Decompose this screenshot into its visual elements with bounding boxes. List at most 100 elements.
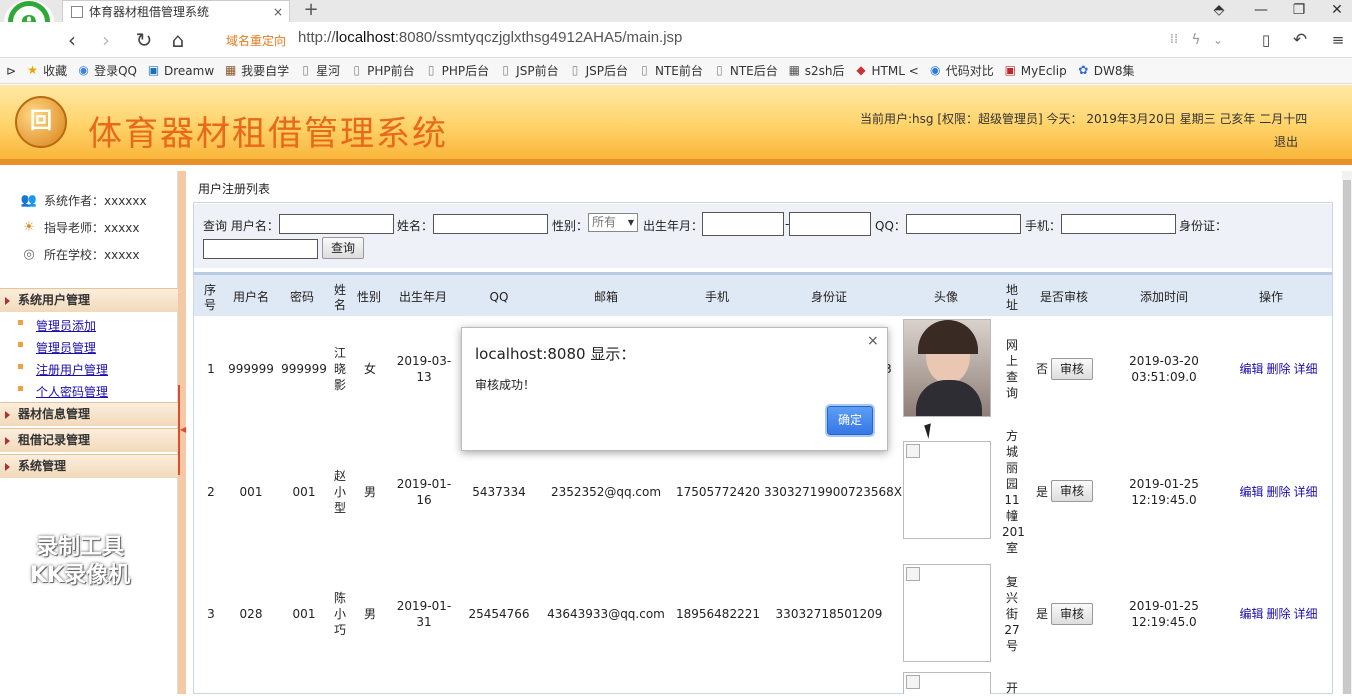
- globe-icon: ◎: [23, 246, 35, 262]
- bookmark-label: JSP后台: [585, 64, 628, 78]
- edit-link[interactable]: 编辑: [1239, 362, 1263, 376]
- bookmark-item[interactable]: ✿ DW8集: [1077, 62, 1135, 79]
- qq-input[interactable]: [906, 214, 1021, 234]
- bookmark-item[interactable]: ▦ 我要自学: [224, 62, 289, 79]
- forward-icon[interactable]: ›: [92, 26, 120, 54]
- delete-link[interactable]: 删除: [1266, 607, 1290, 621]
- detail-link[interactable]: 详细: [1294, 362, 1318, 376]
- dialog-close-icon[interactable]: ×: [867, 333, 879, 349]
- back-icon[interactable]: ‹: [58, 26, 86, 54]
- bookmark-label: PHP后台: [441, 64, 490, 78]
- chevron-down-icon[interactable]: ⌄: [1204, 26, 1232, 54]
- bookmark-item[interactable]: ▦ s2sh后: [788, 62, 845, 79]
- menu-system-users[interactable]: 系统用户管理: [0, 288, 178, 312]
- dialog-ok-button[interactable]: 确定: [827, 406, 873, 435]
- col-phone: 手机: [704, 290, 729, 304]
- cell-address: 方城丽园11幢201室: [1002, 429, 1025, 555]
- cell-email: 2352352@qq.com: [550, 485, 662, 499]
- minimize-button[interactable]: —: [1244, 0, 1278, 22]
- birth-to-input[interactable]: [789, 212, 871, 236]
- edit-link[interactable]: 编辑: [1239, 607, 1263, 621]
- idcard-input[interactable]: [203, 239, 318, 259]
- delete-link[interactable]: 删除: [1266, 362, 1290, 376]
- bookmark-icon: ◉: [930, 63, 941, 77]
- close-window-button[interactable]: ✕: [1320, 0, 1352, 22]
- browser-tab[interactable]: 体育器材租借管理系统 ×: [62, 0, 290, 22]
- users-icon: 👥: [20, 192, 38, 208]
- menu-item-password[interactable]: 个人密码管理: [36, 383, 108, 400]
- logout-link[interactable]: 退出: [1274, 133, 1298, 150]
- menu-item-admin-add[interactable]: 管理员添加: [36, 317, 96, 334]
- menu-rental-records[interactable]: 租借记录管理: [0, 428, 178, 452]
- bookmark-item[interactable]: ▯ JSP后台: [569, 62, 628, 79]
- new-tab-button[interactable]: +: [300, 0, 322, 22]
- cell-birth-line1: 2019-01-: [396, 477, 452, 491]
- phone-label: 手机：: [1025, 219, 1062, 233]
- search-button[interactable]: 查询: [322, 237, 364, 259]
- bookmarks-bar: ⊳ ★ 收藏 ◉ 登录QQ ▣ Dreamw ▦ 我要自学 ▯ 星河 ▯ PHP前台 ▯ PHP后台 ▯ JS…: [0, 58, 1352, 84]
- bookmark-label: 登录QQ: [94, 64, 137, 78]
- cell-qq: 25454766: [468, 607, 530, 621]
- birth-from-input[interactable]: [702, 212, 784, 236]
- bookmark-item[interactable]: ▯ 星河: [299, 62, 340, 79]
- detail-link[interactable]: 详细: [1294, 607, 1318, 621]
- app-title: 体育器材租借管理系统: [88, 114, 448, 154]
- name-input[interactable]: [433, 214, 548, 234]
- bookmark-item[interactable]: ▣ MyEclip: [1004, 64, 1067, 78]
- cell-address: 网上查询: [1005, 338, 1018, 400]
- bookmark-item[interactable]: ▯ JSP前台: [499, 62, 558, 79]
- cell-username: 999999: [228, 362, 274, 376]
- bullet-icon: [18, 386, 23, 391]
- tab-close-icon[interactable]: ×: [273, 5, 283, 19]
- bookmark-item[interactable]: ▯ PHP前台: [350, 62, 414, 79]
- cell-birth-line2: 31: [416, 615, 432, 629]
- sidebar-toggle-icon[interactable]: ⊳: [6, 64, 16, 78]
- cell-time: 2019-01-25 12:19:45.0: [1126, 598, 1202, 630]
- bookmark-item[interactable]: ★ 收藏: [26, 62, 67, 79]
- home-icon[interactable]: ⌂: [164, 26, 192, 54]
- bookmark-item[interactable]: ◉ 代码对比: [929, 62, 994, 79]
- sidebar-collapse-handle[interactable]: ◀: [178, 385, 186, 475]
- bookmark-item[interactable]: ▯ PHP后台: [425, 62, 490, 79]
- col-gender: 性别: [356, 290, 381, 304]
- audit-button[interactable]: 审核: [1051, 358, 1093, 380]
- address-bar[interactable]: http://localhost:8080/ssmtyqczjglxthsg49…: [298, 29, 682, 46]
- reload-icon[interactable]: ↻: [130, 26, 158, 54]
- url-host: localhost: [335, 29, 395, 46]
- col-name: 姓名: [333, 283, 346, 312]
- cell-time-line1: 2019-01-25: [1129, 599, 1199, 613]
- cell-idcard: 33032719900723568X: [764, 485, 903, 499]
- col-email: 邮箱: [593, 290, 618, 304]
- bookmark-label: JSP前台: [516, 64, 559, 78]
- bookmark-item[interactable]: ◉ 登录QQ: [77, 62, 137, 79]
- bookmark-item[interactable]: ◆ HTML <: [855, 64, 918, 78]
- pin-icon[interactable]: ⬘: [1202, 0, 1236, 22]
- audit-button[interactable]: 审核: [1051, 603, 1093, 625]
- cell-ops: 编辑 删除 详细: [1238, 606, 1322, 622]
- bookmark-label: DW8集: [1093, 64, 1135, 78]
- gender-select[interactable]: 所有: [588, 213, 638, 232]
- menu-item-admin-manage[interactable]: 管理员管理: [36, 339, 96, 356]
- menu-icon[interactable]: ≡: [1324, 26, 1352, 54]
- restore-button[interactable]: ❐: [1282, 0, 1316, 22]
- menu-system-manage[interactable]: 系统管理: [0, 454, 178, 478]
- menu-equipment[interactable]: 器材信息管理: [0, 402, 178, 426]
- menu-item-registered-users[interactable]: 注册用户管理: [36, 361, 108, 378]
- col-avatar: 头像: [933, 290, 958, 304]
- bookmark-item[interactable]: ▣ Dreamw: [147, 64, 214, 78]
- delete-link[interactable]: 删除: [1266, 485, 1290, 499]
- cell-audited: 否: [1035, 362, 1048, 376]
- scrollbar-thumb[interactable]: [1343, 180, 1351, 694]
- detail-link[interactable]: 详细: [1294, 485, 1318, 499]
- reading-mode-icon[interactable]: ▯: [1252, 26, 1280, 54]
- bookmark-label: s2sh后: [804, 64, 845, 78]
- username-input[interactable]: [279, 214, 394, 234]
- cell-no: 3: [207, 607, 215, 621]
- audit-button[interactable]: 审核: [1051, 480, 1093, 502]
- bookmark-item[interactable]: ▯ NTE前台: [638, 62, 703, 79]
- phone-input[interactable]: [1061, 214, 1176, 234]
- undo-icon[interactable]: ↶: [1286, 26, 1314, 54]
- bookmark-item[interactable]: ▯ NTE后台: [713, 62, 778, 79]
- shoulders-shape: [916, 380, 982, 416]
- edit-link[interactable]: 编辑: [1239, 485, 1263, 499]
